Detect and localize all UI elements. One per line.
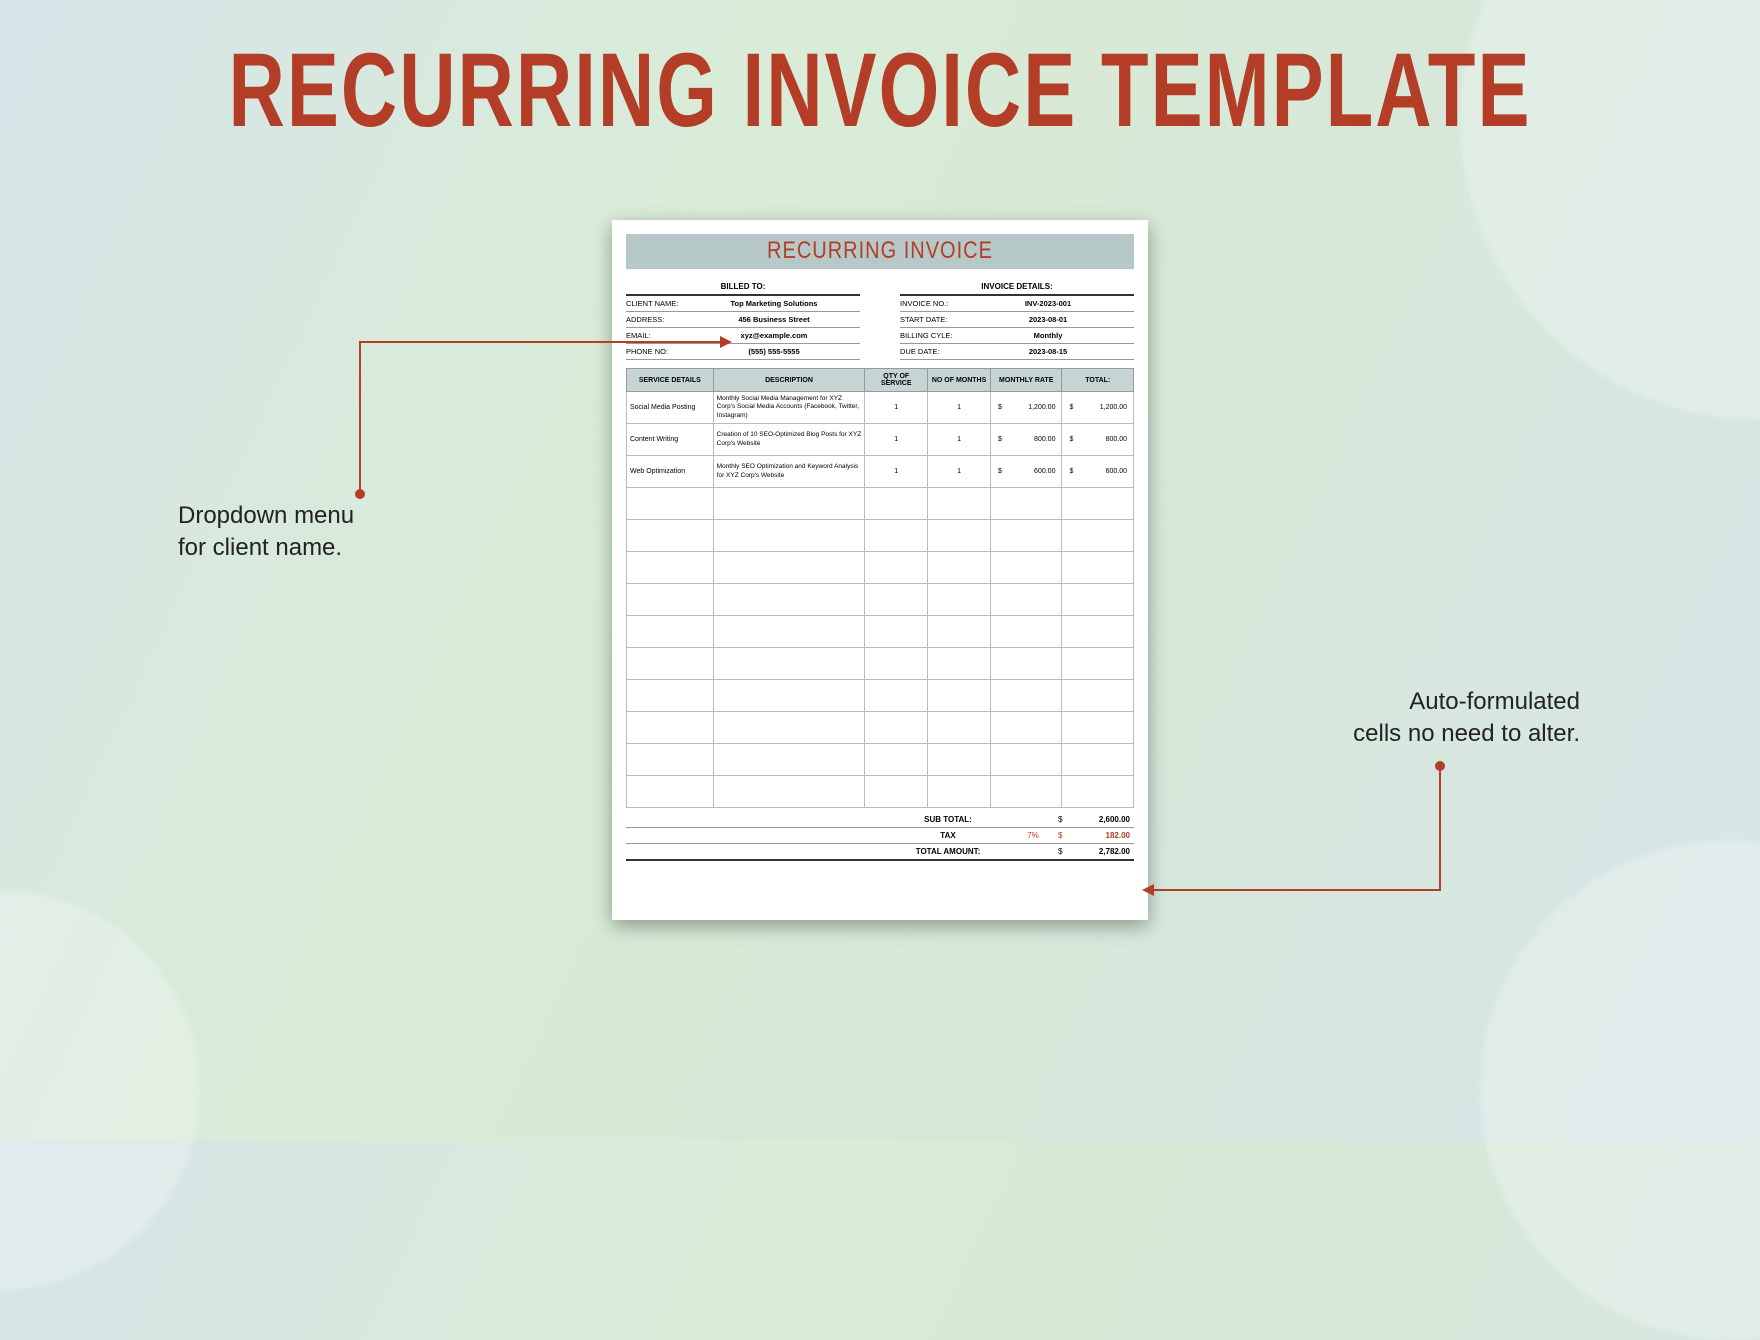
col-service: SERVICE DETAILS — [627, 369, 714, 392]
table-row — [627, 744, 1134, 776]
table-row — [627, 520, 1134, 552]
info-row: BILLED TO: CLIENT NAME:Top Marketing Sol… — [626, 279, 1134, 360]
start-date-value: 2023-08-01 — [962, 315, 1134, 324]
invoice-no-label: INVOICE NO.: — [900, 299, 962, 308]
cell-qty: 1 — [865, 424, 928, 456]
billing-cycle-value: Monthly — [962, 331, 1134, 340]
currency: $ — [1058, 831, 1074, 840]
tax-label: TAX — [888, 831, 1008, 840]
page-title: RECURRING INVOICE TEMPLATE — [0, 0, 1760, 152]
items-table: SERVICE DETAILS DESCRIPTION QTY OF SERVI… — [626, 368, 1134, 808]
email-label: EMAIL: — [626, 331, 688, 340]
table-row — [627, 616, 1134, 648]
billed-to-header: BILLED TO: — [626, 279, 860, 296]
cell-months: 1 — [928, 392, 991, 424]
cell-description: Creation of 10 SEO-Optimized Blog Posts … — [713, 424, 865, 456]
table-row — [627, 584, 1134, 616]
callout-line: Auto-formulated — [1353, 686, 1580, 718]
cell-total: $600.00 — [1062, 456, 1134, 488]
doc-title-bar: RECURRING INVOICE — [626, 234, 1134, 269]
address-value: 456 Business Street — [688, 315, 860, 324]
table-row — [627, 680, 1134, 712]
table-row — [627, 552, 1134, 584]
col-qty: QTY OF SERVICE — [865, 369, 928, 392]
tax-percent: 7% — [1008, 831, 1058, 840]
table-row — [627, 488, 1134, 520]
client-name-value[interactable]: Top Marketing Solutions — [688, 299, 860, 308]
invoice-document: RECURRING INVOICE BILLED TO: CLIENT NAME… — [612, 220, 1148, 920]
col-total: TOTAL: — [1062, 369, 1134, 392]
due-date-value: 2023-08-15 — [962, 347, 1134, 356]
cell-description: Monthly Social Media Management for XYZ … — [713, 392, 865, 424]
table-row — [627, 776, 1134, 808]
callout-autoformula: Auto-formulated cells no need to alter. — [1353, 686, 1580, 751]
cell-qty: 1 — [865, 456, 928, 488]
cell-months: 1 — [928, 424, 991, 456]
cell-rate: $800.00 — [990, 424, 1062, 456]
table-row: Social Media PostingMonthly Social Media… — [627, 392, 1134, 424]
total-value: 2,782.00 — [1074, 847, 1134, 856]
tax-value: 182.00 — [1074, 831, 1134, 840]
billing-cycle-label: BILLING CYLE: — [900, 331, 962, 340]
address-label: ADDRESS: — [626, 315, 688, 324]
col-rate: MONTHLY RATE — [990, 369, 1062, 392]
table-row — [627, 712, 1134, 744]
cell-qty: 1 — [865, 392, 928, 424]
table-row — [627, 648, 1134, 680]
cell-description: Monthly SEO Optimization and Keyword Ana… — [713, 456, 865, 488]
invoice-details-column: INVOICE DETAILS: INVOICE NO.:INV-2023-00… — [900, 279, 1134, 360]
callout-line: for client name. — [178, 532, 354, 564]
phone-label: PHONE NO: — [626, 347, 688, 356]
connector-right — [1138, 760, 1448, 900]
cell-rate: $1,200.00 — [990, 392, 1062, 424]
callout-line: Dropdown menu — [178, 500, 354, 532]
start-date-label: START DATE: — [900, 315, 962, 324]
client-name-label: CLIENT NAME: — [626, 299, 688, 308]
subtotal-value: 2,600.00 — [1074, 815, 1134, 824]
cell-service: Social Media Posting — [627, 392, 714, 424]
cell-total: $800.00 — [1062, 424, 1134, 456]
email-value: xyz@example.com — [688, 331, 860, 340]
cell-months: 1 — [928, 456, 991, 488]
bg-blob — [0, 890, 200, 1290]
table-row: Content WritingCreation of 10 SEO-Optimi… — [627, 424, 1134, 456]
cell-service: Web Optimization — [627, 456, 714, 488]
invoice-details-header: INVOICE DETAILS: — [900, 279, 1134, 296]
col-months: NO OF MONTHS — [928, 369, 991, 392]
bg-blob — [1480, 840, 1760, 1340]
cell-total: $1,200.00 — [1062, 392, 1134, 424]
cell-rate: $600.00 — [990, 456, 1062, 488]
callout-dropdown: Dropdown menu for client name. — [178, 500, 354, 565]
callout-line: cells no need to alter. — [1353, 718, 1580, 750]
subtotal-label: SUB TOTAL: — [888, 815, 1008, 824]
col-description: DESCRIPTION — [713, 369, 865, 392]
invoice-no-value: INV-2023-001 — [962, 299, 1134, 308]
cell-service: Content Writing — [627, 424, 714, 456]
doc-title: RECURRING INVOICE — [626, 238, 1134, 266]
totals-section: SUB TOTAL: $ 2,600.00 TAX 7% $ 182.00 TO… — [626, 812, 1134, 861]
total-label: TOTAL AMOUNT: — [888, 847, 1008, 856]
phone-value: (555) 555-5555 — [688, 347, 860, 356]
table-row: Web OptimizationMonthly SEO Optimization… — [627, 456, 1134, 488]
currency: $ — [1058, 847, 1074, 856]
currency: $ — [1058, 815, 1074, 824]
due-date-label: DUE DATE: — [900, 347, 962, 356]
billed-to-column: BILLED TO: CLIENT NAME:Top Marketing Sol… — [626, 279, 860, 360]
